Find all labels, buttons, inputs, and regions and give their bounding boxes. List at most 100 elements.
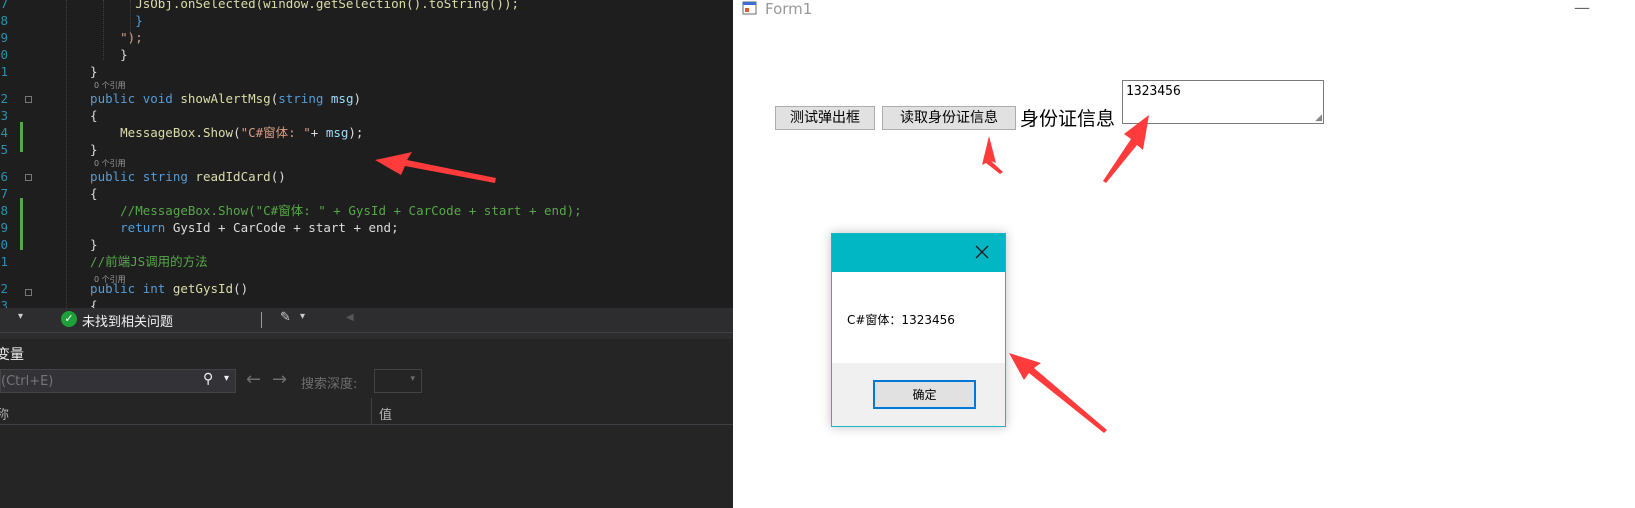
line-number: 1 — [0, 64, 8, 79]
variables-table-header: 称 值 — [0, 398, 733, 425]
column-divider[interactable] — [371, 398, 372, 424]
code-line[interactable]: 8 } — [0, 12, 733, 29]
code-text: "); — [75, 29, 143, 46]
code-token: //前端JS调用的方法 — [75, 254, 208, 269]
code-line[interactable]: 1 } — [0, 63, 733, 80]
code-token: //MessageBox.Show("C#窗体: " + GysId + Car… — [75, 203, 582, 218]
code-text: } — [75, 236, 98, 253]
resize-grip-icon[interactable]: ◢ — [1315, 114, 1322, 123]
id-card-value: 1323456 — [1126, 84, 1181, 99]
code-editor[interactable]: 7 JsObj.onSelected(window.getSelection()… — [0, 0, 733, 308]
line-number: 7 — [0, 0, 8, 11]
code-token: } — [75, 47, 128, 62]
code-token: readIdCard — [195, 169, 271, 184]
code-line[interactable]: 7 JsObj.onSelected(window.getSelection()… — [0, 0, 733, 12]
code-line[interactable]: 6 public string readIdCard() — [0, 168, 733, 185]
dialog-message: C#窗体：1323456 — [847, 313, 955, 327]
issues-status[interactable]: 未找到相关问题 — [82, 311, 173, 330]
code-text: { — [75, 107, 98, 124]
scroll-left-icon[interactable]: ◀ — [346, 312, 354, 323]
line-number: 9 — [0, 30, 8, 45]
line-number: 8 — [0, 203, 8, 218]
code-text: public void showAlertMsg(string msg) — [75, 90, 361, 107]
form-title: Form1 — [765, 0, 813, 18]
code-line[interactable]: 2 public void showAlertMsg(string msg) — [0, 90, 733, 107]
line-number: 3 — [0, 108, 8, 123]
code-text: //前端JS调用的方法 — [75, 253, 208, 270]
code-text: { — [75, 297, 98, 308]
code-token: MessageBox — [75, 125, 196, 140]
code-text: } — [75, 46, 128, 63]
code-line[interactable]: 3 { — [0, 107, 733, 124]
forward-arrow-icon[interactable]: → — [272, 369, 287, 390]
code-token: { — [75, 186, 98, 201]
back-arrow-icon[interactable]: ← — [246, 369, 261, 390]
code-token: Show — [202, 125, 234, 140]
dropdown-arrow-icon[interactable]: ▾ — [18, 311, 23, 322]
line-number: 0 — [0, 237, 8, 252]
minimize-button[interactable]: — — [1574, 0, 1590, 17]
variables-search-input[interactable] — [1, 370, 197, 392]
panel-splitter[interactable] — [0, 332, 733, 339]
code-text: } — [75, 141, 98, 158]
code-token: } — [75, 13, 143, 28]
ok-button[interactable]: 确定 — [873, 380, 976, 409]
code-line[interactable]: 8 //MessageBox.Show("C#窗体: " + GysId + C… — [0, 202, 733, 219]
line-number: 7 — [0, 186, 8, 201]
message-box-dialog: C#窗体：1323456 确定 — [831, 233, 1006, 427]
brush-icon[interactable]: ✎ — [280, 310, 291, 325]
code-line[interactable]: 5 } — [0, 141, 733, 158]
code-token: GysId + CarCode + start + end; — [172, 220, 399, 235]
code-line[interactable]: 9 return GysId + CarCode + start + end; — [0, 219, 733, 236]
code-token: void — [142, 91, 181, 106]
line-number: 6 — [0, 169, 8, 184]
dropdown-arrow-icon[interactable]: ▾ — [300, 311, 305, 322]
code-line[interactable]: 1 //前端JS调用的方法 — [0, 253, 733, 270]
search-depth-select[interactable]: ▾ — [374, 369, 422, 393]
code-token: showAlertMsg — [180, 91, 271, 106]
ide-panel: 7 JsObj.onSelected(window.getSelection()… — [0, 0, 733, 508]
close-icon[interactable] — [972, 242, 992, 262]
variables-search-box[interactable]: ⚲ ▾ — [0, 369, 236, 393]
code-token: { — [75, 298, 98, 308]
code-line[interactable]: 3 { — [0, 297, 733, 308]
code-token: string — [278, 91, 331, 106]
check-circle-icon: ✓ — [61, 311, 77, 327]
dropdown-arrow-icon[interactable]: ▾ — [224, 373, 229, 384]
code-text: JsObj.onSelected(window.getSelection().t… — [75, 0, 519, 12]
code-line[interactable]: 0 } — [0, 46, 733, 63]
code-lens-hint[interactable]: 0 个引用 — [94, 159, 126, 168]
code-line[interactable]: 9 "); — [0, 29, 733, 46]
fold-toggle-icon[interactable] — [25, 289, 32, 296]
code-line[interactable]: 4 MessageBox.Show("C#窗体: "+ msg); — [0, 124, 733, 141]
dialog-title-bar[interactable] — [832, 234, 1005, 272]
code-line[interactable]: 0 } — [0, 236, 733, 253]
code-token: msg — [325, 125, 349, 140]
id-card-textbox[interactable]: 1323456 ◢ — [1122, 80, 1324, 124]
code-token: () — [233, 281, 249, 296]
fold-toggle-icon[interactable] — [25, 96, 32, 103]
code-token: ) — [353, 91, 362, 106]
column-header-value[interactable]: 值 — [379, 404, 392, 423]
code-line[interactable]: 7 { — [0, 185, 733, 202]
code-token: { — [75, 108, 98, 123]
code-token: () — [270, 169, 286, 184]
code-token: public — [75, 169, 143, 184]
code-token: } — [75, 237, 98, 252]
code-token: "C#窗体: " — [240, 125, 311, 140]
line-number: 9 — [0, 220, 8, 235]
code-lens-hint[interactable]: 0 个引用 — [94, 275, 126, 284]
variables-panel: 变量 ⚲ ▾ ← → 搜索深度: ▾ 称 值 — [0, 339, 733, 508]
code-text: return GysId + CarCode + start + end; — [75, 219, 399, 236]
test-popup-button[interactable]: 测试弹出框 — [775, 106, 875, 130]
line-number: 5 — [0, 142, 8, 157]
search-icon[interactable]: ⚲ — [203, 371, 213, 387]
column-header-name[interactable]: 称 — [0, 404, 9, 423]
code-text: } — [75, 63, 98, 80]
line-number: 3 — [0, 298, 8, 308]
code-lens-hint[interactable]: 0 个引用 — [94, 81, 126, 90]
read-id-card-button[interactable]: 读取身份证信息 — [882, 106, 1016, 130]
code-token: ( — [233, 125, 241, 140]
variables-panel-title: 变量 — [0, 347, 24, 363]
fold-toggle-icon[interactable] — [25, 174, 32, 181]
